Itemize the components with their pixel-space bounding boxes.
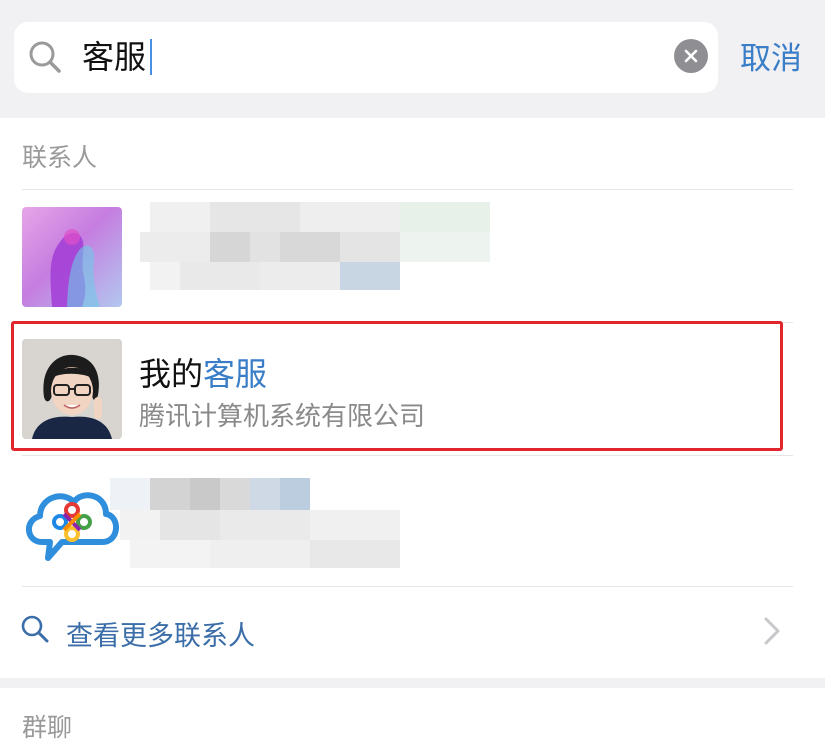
search-icon <box>21 615 49 643</box>
avatar <box>22 472 122 572</box>
search-input[interactable]: 客服 <box>82 36 153 78</box>
group-chats-section: 群聊 <box>0 688 825 756</box>
chevron-right-icon <box>764 617 780 645</box>
highlight-annotation-box <box>11 321 783 451</box>
contacts-section: 联系人 我的客服 腾讯计算机系统有限公司 查看更多联系人 <box>0 118 825 678</box>
search-icon <box>29 41 61 73</box>
clear-search-button[interactable] <box>674 39 708 73</box>
section-title-contacts: 联系人 <box>22 143 98 172</box>
cancel-button[interactable]: 取消 <box>740 38 802 80</box>
blurred-name <box>140 202 500 312</box>
blurred-name <box>110 478 440 578</box>
view-more-contacts-label: 查看更多联系人 <box>66 621 255 652</box>
avatar <box>22 207 122 307</box>
search-box[interactable]: 客服 <box>14 22 718 93</box>
section-title-group-chats: 群聊 <box>22 713 73 742</box>
section-gap <box>0 678 825 688</box>
clear-icon <box>684 49 698 63</box>
view-more-contacts-link[interactable]: 查看更多联系人 <box>0 586 825 678</box>
search-header: 客服 取消 <box>0 0 825 118</box>
divider <box>22 455 793 456</box>
divider <box>22 189 793 190</box>
text-caret <box>150 39 153 75</box>
